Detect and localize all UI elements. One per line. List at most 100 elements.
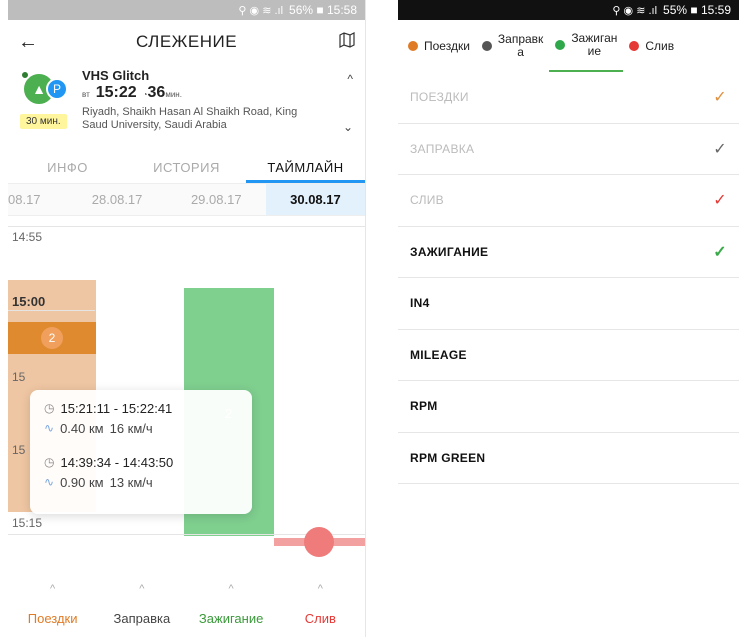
status-bar: ⚲ ◉ ≋ .ıl 56% ■ 15:58 (8, 0, 365, 20)
sensor-item[interactable]: IN4 (398, 278, 739, 330)
grid-line (8, 226, 365, 227)
clock-icon: ◷ (44, 455, 55, 469)
trip-popup[interactable]: ◷ 15:21:11 - 15:22:41 ∿ 0.40 км 16 км/ч … (30, 390, 252, 514)
drain-marker[interactable] (304, 527, 334, 557)
grid-line (8, 310, 95, 311)
date-item[interactable]: 08.17 (8, 184, 68, 215)
tracking-screen: ⚲ ◉ ≋ .ıl 56% ■ 15:58 ← СЛЕЖЕНИЕ ▲ P 30 … (8, 0, 366, 637)
popup-speed: 16 км/ч (109, 420, 153, 436)
chevron-up-icon[interactable]: ^ (8, 583, 97, 597)
chevron-up-icon[interactable]: ^ (347, 72, 353, 86)
tab-history[interactable]: ИСТОРИЯ (127, 154, 246, 183)
status-icons: ⚲ ◉ ≋ .ıl (238, 4, 284, 17)
legend-refuel[interactable]: Заправк а (476, 20, 549, 72)
sensor-item[interactable]: MILEAGE (398, 330, 739, 381)
date-item-selected[interactable]: 30.08.17 (265, 184, 365, 215)
status-icons: ⚲ ◉ ≋ .ıl (612, 4, 658, 17)
sensor-label: ПОЕЗДКИ (410, 90, 469, 105)
sensor-label: MILEAGE (410, 347, 467, 362)
status-text: 56% ■ 15:58 (289, 3, 357, 17)
sensor-label: IN4 (410, 296, 430, 311)
filter-ignition[interactable]: Зажигание (187, 600, 276, 637)
filter-refuel[interactable]: Заправка (97, 600, 186, 637)
filter-screen: ⚲ ◉ ≋ .ıl 55% ■ 15:59 Поездки Заправк а … (398, 0, 739, 637)
legend-dot (555, 40, 566, 50)
stop-duration: ◔36мин. (142, 84, 182, 101)
time-label: 15:15 (12, 516, 43, 530)
check-icon[interactable]: ✓ (713, 139, 727, 159)
legend-ignition[interactable]: Зажиган ие (549, 20, 624, 72)
route-icon: ∿ (44, 475, 55, 489)
time-prefix: вт (82, 90, 90, 99)
sensor-label: ЗАПРАВКА (410, 141, 475, 156)
sensor-item[interactable]: ПОЕЗДКИ ✓ (398, 72, 739, 124)
sensor-label: СЛИВ (410, 193, 444, 208)
time-label: 15:00 (12, 294, 46, 309)
legend-dot (629, 41, 640, 51)
sensor-item[interactable]: СЛИВ ✓ (398, 175, 739, 227)
legend-trips[interactable]: Поездки (402, 20, 476, 72)
popup-range: 15:21:11 - 15:22:41 (60, 400, 173, 416)
date-item[interactable]: 29.08.17 (167, 184, 266, 215)
legend-dot (481, 41, 492, 51)
filter-drain[interactable]: Слив (276, 600, 365, 637)
sensor-item[interactable]: ЗАЖИГАНИЕ ✓ (398, 227, 739, 278)
vehicle-avatar: ▲ P (20, 70, 74, 110)
duration-badge: 30 мин. (20, 114, 67, 129)
tab-info[interactable]: ИНФО (8, 154, 127, 183)
tab-timeline[interactable]: ТАЙМЛАЙН (246, 154, 365, 183)
chevron-up-icon[interactable]: ^ (276, 583, 365, 597)
time-label: 15 (12, 370, 26, 384)
popup-range: 14:39:34 - 14:43:50 (60, 454, 174, 470)
clock-icon: ◷ (44, 401, 55, 415)
tab-bar: ИНФО ИСТОРИЯ ТАЙМЛАЙН (8, 154, 365, 184)
legend-tabs: Поездки Заправк а Зажиган ие Слив (398, 20, 739, 72)
legend-label: Зажиган ие (571, 31, 618, 58)
app-bar: ← СЛЕЖЕНИЕ (8, 20, 365, 64)
chevron-up-icon[interactable]: ^ (97, 583, 186, 597)
map-icon[interactable] (331, 31, 355, 53)
time-label: 15 (12, 443, 26, 457)
parking-icon: P (46, 78, 68, 100)
popup-range-row: ◷ 14:39:34 - 14:43:50 (44, 452, 238, 472)
sensor-item[interactable]: ЗАПРАВКА ✓ (398, 124, 739, 175)
popup-range-row: ◷ 15:21:11 - 15:22:41 (44, 398, 238, 418)
last-time: 15:22 (95, 84, 137, 101)
date-item[interactable]: 28.08.17 (68, 184, 167, 215)
route-icon: ∿ (44, 421, 55, 435)
legend-label: Слив (645, 38, 675, 53)
popup-distance: 0.90 км (60, 474, 104, 490)
check-icon[interactable]: ✓ (713, 242, 727, 262)
status-bar: ⚲ ◉ ≋ .ıl 55% ■ 15:59 (398, 0, 739, 20)
legend-drain[interactable]: Слив (623, 20, 680, 72)
legend-label: Заправк а (497, 32, 544, 59)
sensor-list: ПОЕЗДКИ ✓ ЗАПРАВКА ✓ СЛИВ ✓ ЗАЖИГАНИЕ ✓ IN4 MILEA… (398, 72, 739, 484)
sensor-label: RPM GREEN (410, 450, 486, 465)
popup-speed: 13 км/ч (109, 474, 153, 490)
check-icon[interactable]: ✓ (713, 190, 727, 210)
sensor-label: RPM (410, 399, 438, 414)
timeline-area[interactable]: 14:55 2 15:00 15 15 2 15:15 ◷ 15:21:11 -… (8, 216, 365, 566)
bottom-chevrons: ^ ^ ^ ^ (8, 583, 365, 597)
bottom-filter-bar: Поездки Заправка Зажигание Слив (8, 600, 365, 637)
date-strip: 08.17 28.08.17 29.08.17 30.08.17 (8, 184, 365, 216)
popup-stats-row: ∿ 0.40 км 16 км/ч (44, 418, 238, 438)
chevron-down-icon[interactable]: ⌄ (343, 120, 353, 134)
vehicle-card[interactable]: ▲ P 30 мин. VHS Glitch вт 15:22 ◔36мин. … (8, 64, 365, 154)
vehicle-time: вт 15:22 ◔36мин. (82, 84, 182, 102)
vehicle-name: VHS Glitch (82, 68, 150, 83)
sensor-item[interactable]: RPM (398, 381, 739, 433)
trips-count: 2 (41, 327, 63, 349)
sensor-label: ЗАЖИГАНИЕ (410, 244, 489, 259)
chevron-up-icon[interactable]: ^ (187, 583, 276, 597)
filter-trips[interactable]: Поездки (8, 600, 97, 637)
sensor-item[interactable]: RPM GREEN (398, 433, 739, 484)
legend-label: Поездки (424, 38, 470, 53)
time-label: 14:55 (12, 230, 43, 244)
status-text: 55% ■ 15:59 (663, 3, 731, 17)
page-title: СЛЕЖЕНИЕ (135, 32, 238, 51)
back-arrow-icon[interactable]: ← (18, 31, 42, 54)
check-icon[interactable]: ✓ (713, 87, 727, 107)
legend-dot (408, 41, 418, 51)
online-status-dot (20, 70, 30, 80)
